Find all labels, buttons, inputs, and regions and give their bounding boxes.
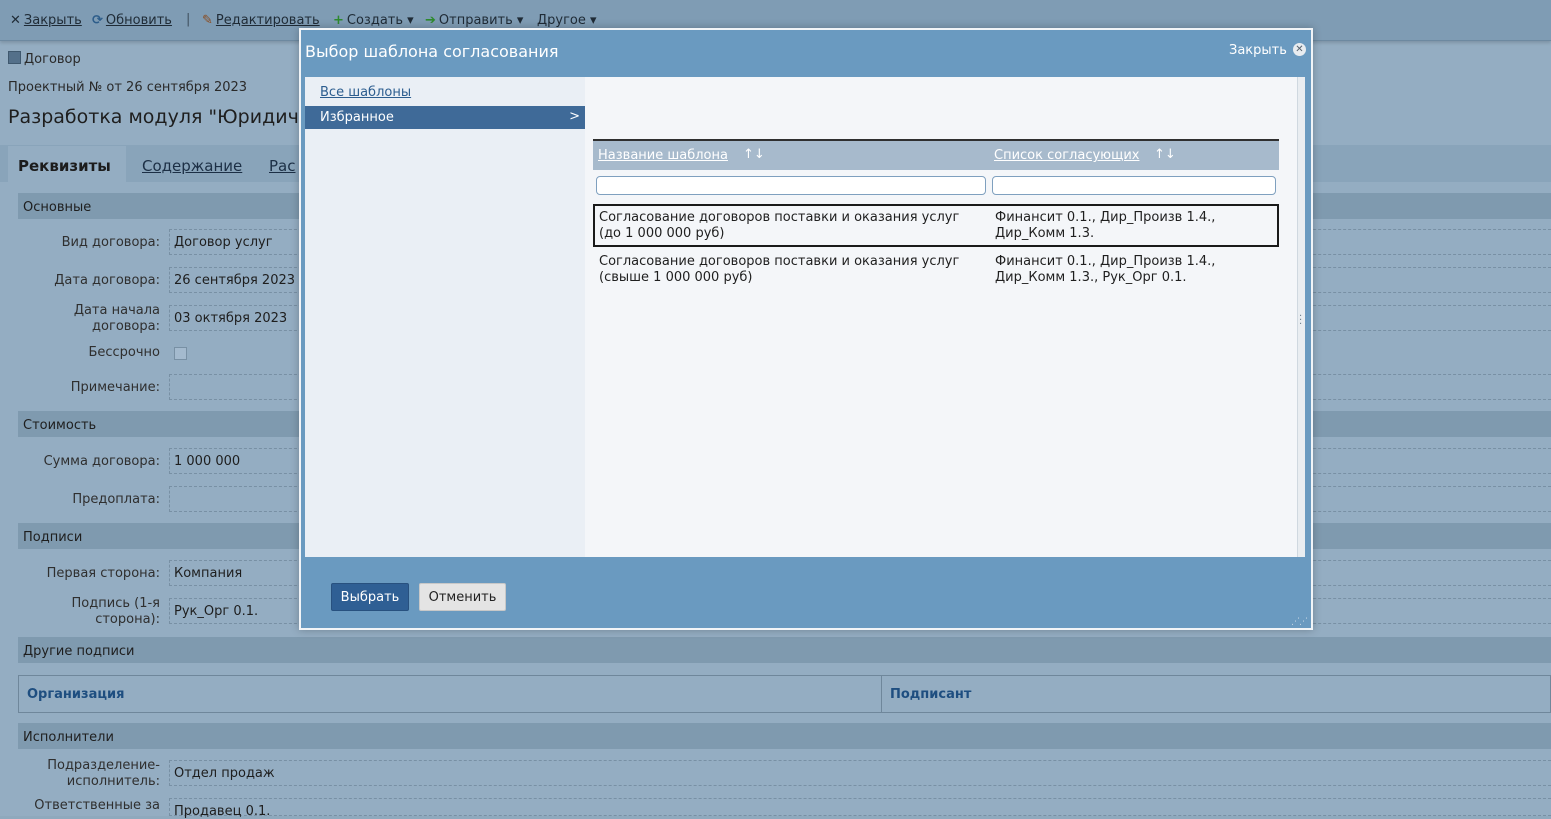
favorites-item[interactable]: Избранное > bbox=[305, 106, 585, 129]
close-button[interactable]: ✕ Закрыть bbox=[10, 13, 82, 28]
all-templates-link[interactable]: Все шаблоны bbox=[320, 85, 411, 100]
column-template-name[interactable]: Название шаблона bbox=[598, 148, 728, 163]
tab-content[interactable]: Содержание bbox=[142, 157, 242, 175]
plus-icon: + bbox=[333, 13, 344, 28]
template-name-cell: (свыше 1 000 000 руб) bbox=[599, 270, 753, 285]
select-button[interactable]: Выбрать bbox=[331, 583, 409, 611]
edit-button[interactable]: ✎ Редактировать bbox=[202, 13, 320, 28]
template-name-cell: (до 1 000 000 руб) bbox=[599, 226, 725, 241]
responsible-field[interactable]: Продавец 0.1. bbox=[169, 798, 1551, 819]
template-name-filter[interactable] bbox=[596, 176, 986, 195]
field-label: Подпись (1-я сторона): bbox=[71, 596, 160, 627]
resize-grip-icon[interactable]: ⋰⋰ bbox=[1291, 618, 1308, 627]
column-signer[interactable]: Подписант bbox=[890, 687, 971, 702]
doc-type: Договор bbox=[8, 51, 81, 67]
section-executors: Исполнители bbox=[18, 723, 1551, 749]
close-icon: ✕ bbox=[10, 13, 21, 28]
refresh-icon: ⟳ bbox=[92, 13, 103, 28]
create-button[interactable]: + Создать ▾ bbox=[333, 13, 414, 28]
toolbar-separator: | bbox=[186, 12, 191, 27]
dialog-title: Выбор шаблона согласования bbox=[305, 42, 559, 61]
field-label: Подразделение-исполнитель: bbox=[47, 758, 160, 789]
perpetual-checkbox[interactable] bbox=[174, 347, 187, 360]
vertical-scrollbar[interactable]: · · · bbox=[1297, 77, 1305, 557]
template-name-cell: Согласование договоров поставки и оказан… bbox=[599, 254, 960, 269]
refresh-button[interactable]: ⟳ Обновить bbox=[92, 13, 172, 28]
field-label: Предоплата: bbox=[72, 492, 160, 507]
column-approvers[interactable]: Список согласующих bbox=[994, 148, 1140, 163]
template-category-panel: Все шаблоны Избранное > bbox=[305, 77, 585, 557]
sort-icon[interactable]: ↑↓ bbox=[743, 147, 765, 162]
doc-title: Разработка модуля "Юридиче bbox=[8, 106, 311, 128]
doc-number: Проектный № от 26 сентября 2023 bbox=[8, 80, 248, 95]
chevron-right-icon: > bbox=[569, 109, 580, 124]
document-icon bbox=[8, 51, 21, 64]
approvers-cell: Финансит 0.1., Дир_Произв 1.4., bbox=[995, 210, 1216, 225]
field-label: Дата начала договора: bbox=[73, 303, 160, 334]
approvers-cell: Финансит 0.1., Дир_Произв 1.4., bbox=[995, 254, 1216, 269]
dialog-body: Все шаблоны Избранное > Название шаблона… bbox=[305, 77, 1305, 557]
field-label: Дата договора: bbox=[54, 273, 160, 288]
grip-icon: · · · bbox=[1299, 311, 1303, 330]
template-name-cell: Согласование договоров поставки и оказан… bbox=[599, 210, 960, 225]
approvers-cell: Дир_Комм 1.3. bbox=[995, 226, 1095, 241]
department-field[interactable]: Отдел продаж bbox=[169, 760, 1551, 786]
template-selection-dialog: Выбор шаблона согласования Закрыть ✕ Все… bbox=[299, 28, 1313, 630]
send-button[interactable]: ➔ Отправить ▾ bbox=[425, 13, 523, 28]
other-signatures-table: Организация Подписант bbox=[18, 675, 1551, 713]
field-label: Примечание: bbox=[70, 380, 160, 395]
field-label: Бессрочно bbox=[88, 345, 160, 360]
dialog-close-link[interactable]: Закрыть bbox=[1229, 43, 1287, 58]
pencil-icon: ✎ bbox=[202, 13, 213, 28]
column-organization[interactable]: Организация bbox=[27, 687, 124, 702]
field-label: Ответственные за bbox=[34, 798, 160, 813]
table-row[interactable]: Согласование договоров поставки и оказан… bbox=[593, 204, 1279, 247]
close-circle-icon[interactable]: ✕ bbox=[1293, 43, 1306, 56]
approvers-cell: Дир_Комм 1.3., Рук_Орг 0.1. bbox=[995, 270, 1187, 285]
arrow-right-icon: ➔ bbox=[425, 13, 436, 28]
table-row[interactable]: Согласование договоров поставки и оказан… bbox=[593, 248, 1279, 291]
section-other-signatures: Другие подписи bbox=[18, 637, 1551, 663]
sort-icon[interactable]: ↑↓ bbox=[1154, 147, 1176, 162]
column-divider bbox=[881, 676, 882, 712]
cancel-button[interactable]: Отменить bbox=[419, 583, 506, 611]
field-label: Вид договора: bbox=[61, 235, 160, 250]
approvers-filter[interactable] bbox=[992, 176, 1276, 195]
field-label: Сумма договора: bbox=[43, 454, 160, 469]
tab-other[interactable]: Рас bbox=[269, 157, 295, 175]
grid-header: Название шаблона ↑↓ Список согласующих ↑… bbox=[593, 141, 1279, 170]
other-button[interactable]: Другое ▾ bbox=[537, 13, 597, 28]
tab-requisites[interactable]: Реквизиты bbox=[8, 146, 126, 182]
field-label: Первая сторона: bbox=[46, 566, 160, 581]
